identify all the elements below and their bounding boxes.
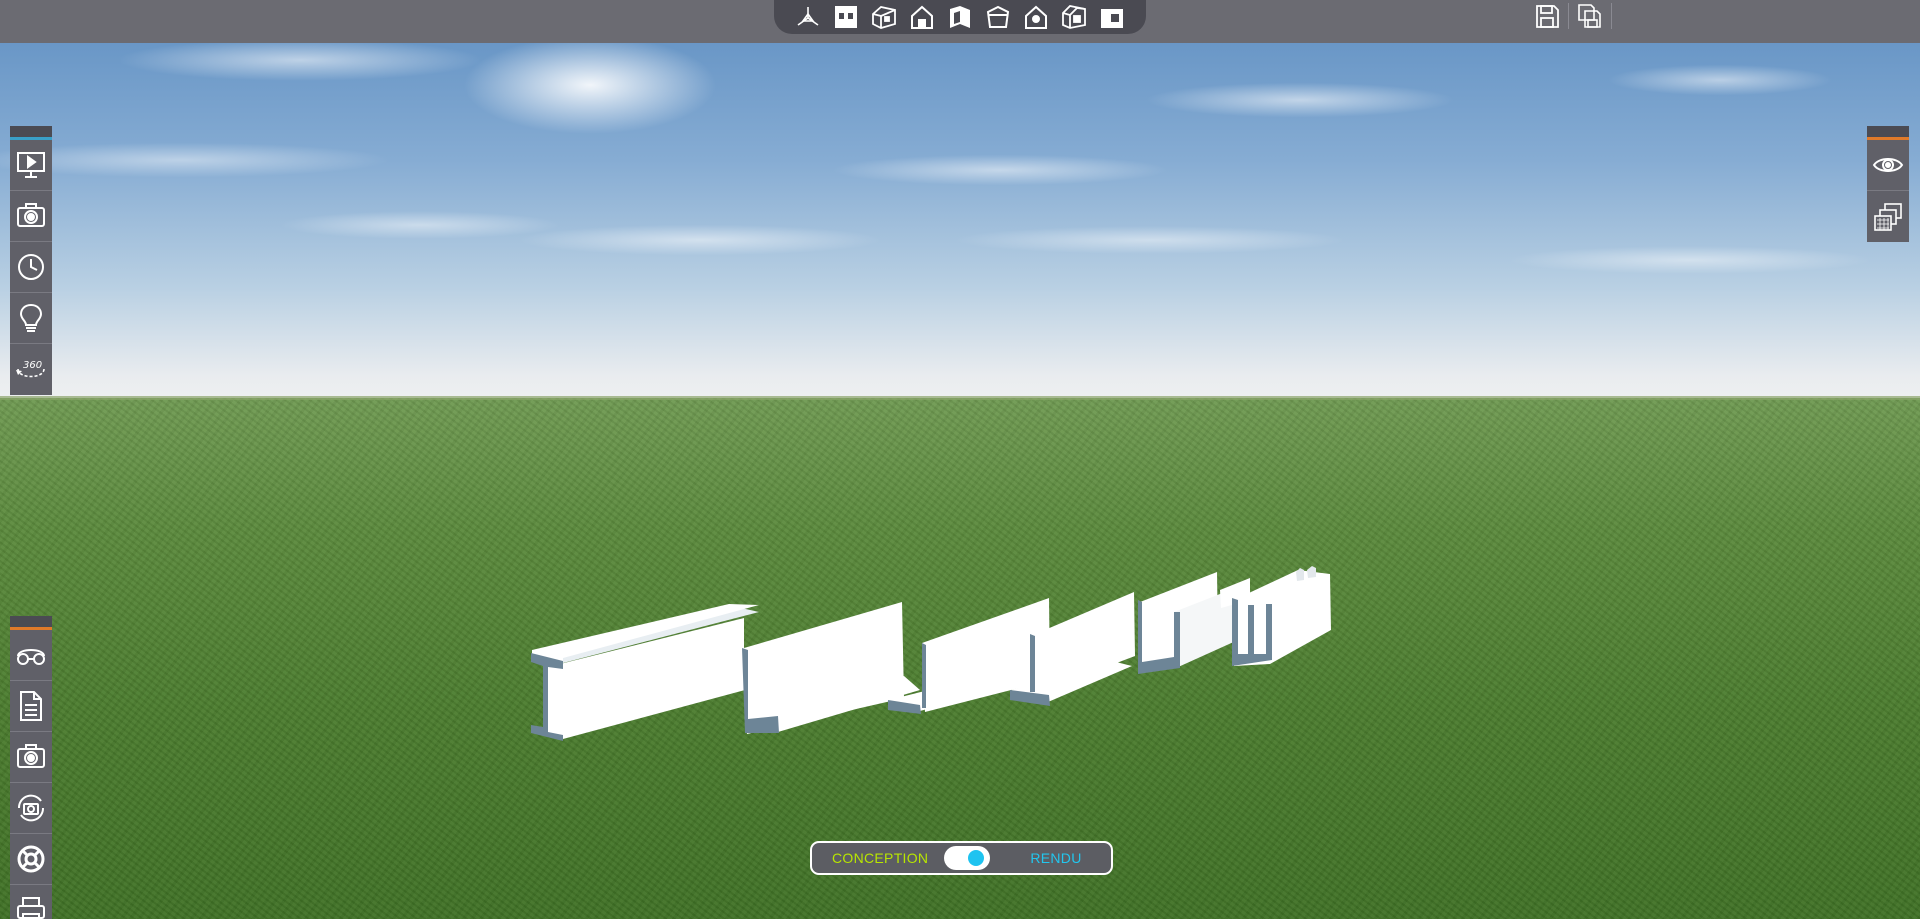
- right-tools-panel: [1867, 126, 1909, 242]
- 3d-viewport[interactable]: [0, 0, 1920, 919]
- printer-icon[interactable]: [10, 885, 52, 919]
- back-view-icon[interactable]: [982, 2, 1014, 32]
- switch-knob[interactable]: [968, 850, 985, 866]
- bottom-view-icon[interactable]: [1096, 2, 1128, 32]
- rendu-label[interactable]: RENDU: [1030, 850, 1081, 866]
- angle-beam-model[interactable]: [742, 602, 920, 734]
- conception-label[interactable]: CONCEPTION: [832, 850, 928, 866]
- document-icon[interactable]: [10, 681, 52, 732]
- glasses-icon[interactable]: [10, 630, 52, 681]
- camera-icon[interactable]: [10, 732, 52, 783]
- toolbar-separator: [1568, 3, 1569, 29]
- left-bottom-panel: [10, 616, 52, 919]
- camera-rotate-icon[interactable]: [10, 783, 52, 834]
- isometric-house-icon[interactable]: [1058, 2, 1090, 32]
- beam-models[interactable]: [0, 0, 1920, 919]
- toolbar-separator-2: [1611, 3, 1612, 29]
- right-view-icon[interactable]: [1020, 2, 1052, 32]
- panel-header: [1867, 126, 1909, 140]
- left-tools-panel: 360: [10, 126, 52, 395]
- rotate-360-icon[interactable]: 360: [10, 344, 52, 395]
- axes-3d-icon[interactable]: [792, 2, 824, 32]
- eye-icon[interactable]: [1867, 140, 1909, 191]
- clock-icon[interactable]: [10, 242, 52, 293]
- lightbulb-icon[interactable]: [10, 293, 52, 344]
- panel-header: [10, 616, 52, 630]
- presentation-screen-icon[interactable]: [10, 140, 52, 191]
- perspective-house-icon[interactable]: [868, 2, 900, 32]
- view-toolbar: [774, 0, 1146, 34]
- lifebuoy-icon[interactable]: [10, 834, 52, 885]
- save-as-icon[interactable]: [1573, 1, 1607, 31]
- layers-icon[interactable]: [1867, 191, 1909, 242]
- camera-icon[interactable]: [10, 191, 52, 242]
- top-view-icon[interactable]: [830, 2, 862, 32]
- front-view-icon[interactable]: [906, 2, 938, 32]
- mode-switch[interactable]: [944, 846, 991, 870]
- mode-toggle: CONCEPTION RENDU: [810, 841, 1113, 875]
- file-tools: [1530, 0, 1612, 32]
- left-view-icon[interactable]: [944, 2, 976, 32]
- top-bar: [0, 0, 1920, 43]
- save-icon[interactable]: [1530, 1, 1564, 31]
- panel-header: [10, 126, 52, 140]
- i-beam-model[interactable]: [531, 604, 759, 741]
- svg-text:360: 360: [23, 360, 42, 371]
